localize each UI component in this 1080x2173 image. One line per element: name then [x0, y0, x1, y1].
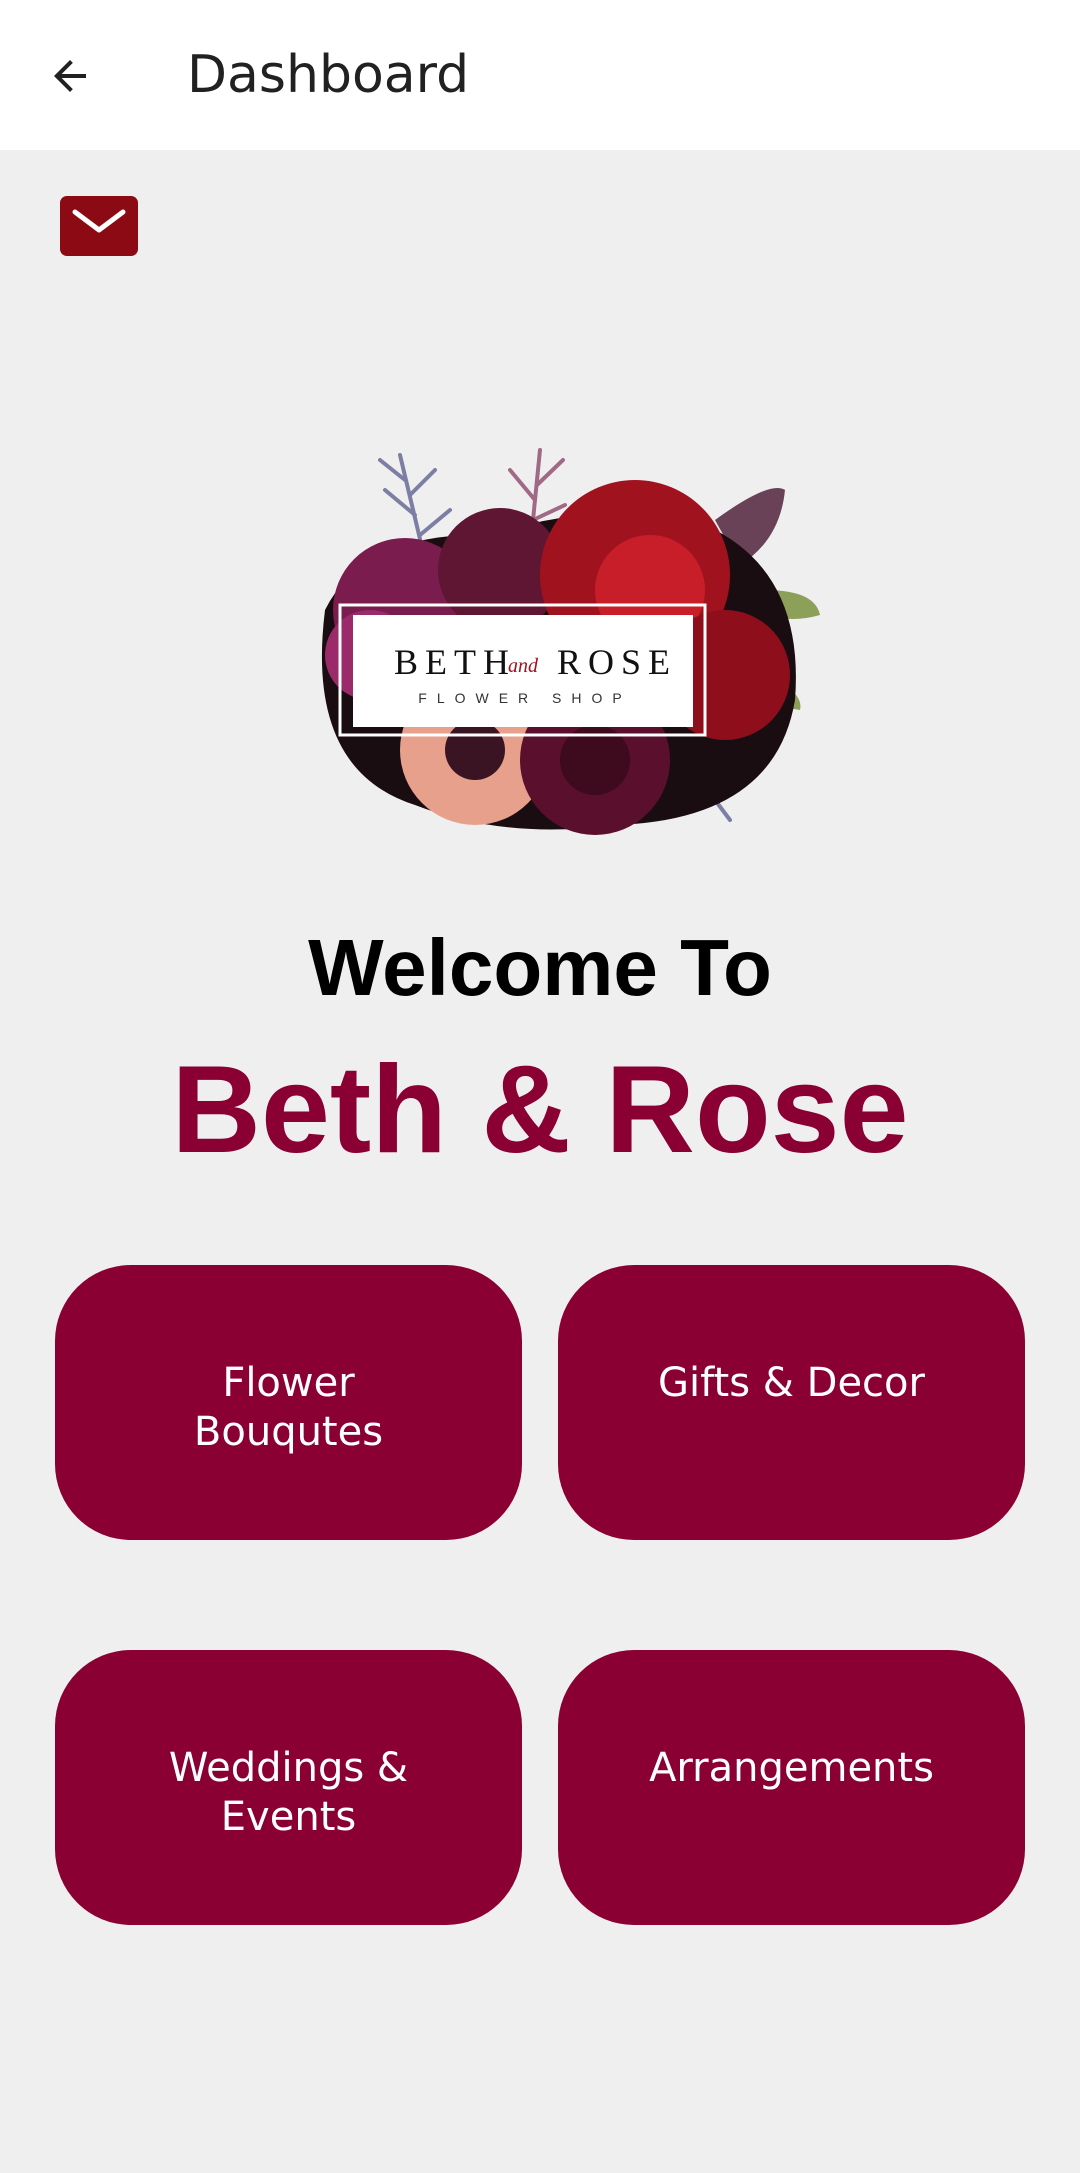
card-label: Gifts & Decor	[658, 1360, 925, 1406]
page-title: Dashboard	[187, 45, 470, 105]
brand-heading: Beth & Rose	[171, 1041, 909, 1179]
card-label: Flower Bouqutes	[193, 1360, 384, 1455]
logo-name: BETH	[394, 642, 516, 682]
shop-logo: BETH and ROSE FLOWER SHOP	[285, 440, 825, 850]
logo-name-2: ROSE	[557, 642, 677, 682]
card-label: Arrangements	[649, 1745, 934, 1791]
mail-icon	[72, 209, 126, 233]
app-bar: Dashboard	[0, 0, 1080, 150]
weddings-events-button[interactable]: Weddings & Events	[55, 1650, 522, 1925]
back-button[interactable]	[30, 36, 110, 116]
welcome-heading: Welcome To	[308, 923, 772, 1012]
logo-and: and	[508, 655, 539, 677]
arrow-left-icon	[54, 60, 86, 92]
card-label: Weddings & Events	[168, 1745, 409, 1840]
arrangements-button[interactable]: Arrangements	[558, 1650, 1025, 1925]
mail-button[interactable]	[60, 196, 138, 256]
logo-subtitle: FLOWER SHOP	[418, 690, 631, 706]
gifts-decor-button[interactable]: Gifts & Decor	[558, 1265, 1025, 1540]
flower-bouquets-button[interactable]: Flower Bouqutes	[55, 1265, 522, 1540]
